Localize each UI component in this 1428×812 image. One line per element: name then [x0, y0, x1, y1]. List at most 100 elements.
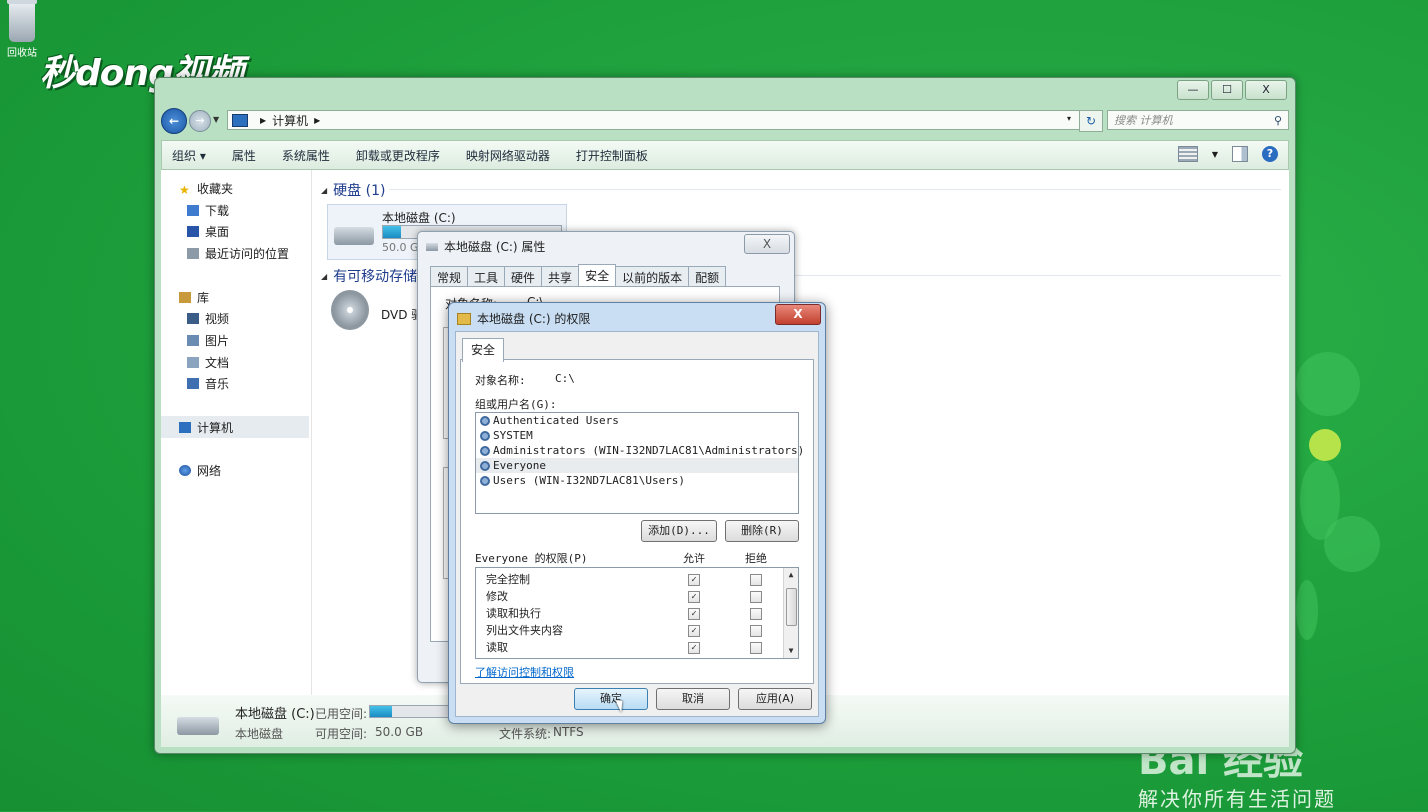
user-list-item[interactable]: Everyone: [476, 458, 798, 473]
system-properties-button[interactable]: 系统属性: [282, 147, 330, 164]
permissions-title-text: 本地磁盘 (C:) 的权限: [477, 312, 591, 326]
tab-security[interactable]: 安全: [462, 338, 505, 362]
properties-close-button[interactable]: X: [744, 234, 790, 254]
folder-icon: [457, 312, 471, 325]
permission-name: 读取和执行: [486, 607, 541, 620]
user-name: Users (WIN-I32ND7LAC81\Users): [493, 474, 686, 487]
nav-favorites[interactable]: ★ 收藏夹: [179, 180, 233, 197]
user-group-icon: [480, 460, 490, 471]
recent-places-icon: [187, 248, 199, 259]
permission-list-scrollbar[interactable]: ▲ ▼: [783, 568, 798, 658]
network-icon: [179, 465, 191, 476]
nav-music-label: 音乐: [205, 377, 230, 391]
user-list-item[interactable]: Users (WIN-I32ND7LAC81\Users): [476, 473, 798, 488]
add-user-button[interactable]: 添加(D)...: [641, 520, 717, 542]
details-name: 本地磁盘 (C:): [235, 707, 315, 722]
properties-dialog-title: 本地磁盘 (C:) 属性: [426, 238, 545, 255]
search-input[interactable]: 搜索 计算机 ⚲: [1107, 110, 1289, 130]
address-dropdown-icon[interactable]: ▾: [1067, 114, 1071, 123]
ok-button[interactable]: 确定: [574, 688, 648, 710]
command-bar: 组织 ▾ 属性 系统属性 卸载或更改程序 映射网络驱动器 打开控制面板 ▼ ?: [161, 140, 1289, 170]
nav-downloads[interactable]: 下载: [187, 202, 229, 219]
apply-button[interactable]: 应用(A): [738, 688, 812, 710]
user-name: Authenticated Users: [493, 414, 619, 427]
learn-access-control-link[interactable]: 了解访问控制和权限: [475, 664, 574, 680]
preview-pane-icon[interactable]: [1232, 146, 1248, 162]
group-hard-disks[interactable]: ◢ 硬盘 (1): [321, 180, 385, 200]
details-used-label: 已用空间:: [315, 707, 368, 721]
library-icon: [179, 292, 191, 303]
nav-music[interactable]: 音乐: [187, 375, 229, 392]
user-list-item[interactable]: SYSTEM: [476, 428, 798, 443]
address-bar[interactable]: ▶ 计算机 ▶: [227, 110, 1097, 130]
collapse-icon[interactable]: ◢: [321, 272, 327, 281]
close-button[interactable]: X: [1245, 80, 1287, 100]
breadcrumb-computer[interactable]: 计算机: [272, 112, 308, 129]
nav-favorites-label: 收藏夹: [197, 182, 234, 196]
view-options-icon[interactable]: [1177, 146, 1198, 162]
allow-checkbox[interactable]: ✓: [688, 625, 700, 637]
history-dropdown-icon[interactable]: ▼: [213, 115, 219, 124]
properties-button[interactable]: 属性: [232, 147, 256, 164]
scroll-thumb[interactable]: [786, 588, 797, 626]
breadcrumb-separator-icon[interactable]: ▶: [260, 116, 266, 125]
search-placeholder: 搜索 计算机: [1114, 114, 1173, 127]
user-list-item[interactable]: Administrators (WIN-I32ND7LAC81\Administ…: [476, 443, 804, 458]
documents-icon: [187, 357, 199, 368]
help-icon[interactable]: ?: [1262, 146, 1278, 162]
minimize-button[interactable]: —: [1177, 80, 1209, 100]
properties-title-text: 本地磁盘 (C:) 属性: [444, 240, 546, 254]
properties-tab[interactable]: 安全: [578, 264, 617, 288]
scroll-up-icon[interactable]: ▲: [784, 568, 798, 582]
nav-desktop[interactable]: 桌面: [187, 223, 229, 240]
view-dropdown-icon[interactable]: ▼: [1212, 150, 1218, 159]
breadcrumb-separator-icon[interactable]: ▶: [314, 116, 320, 125]
nav-computer[interactable]: 计算机: [161, 416, 309, 438]
group-removable[interactable]: ◢ 有可移动存储: [321, 266, 417, 286]
user-group-icon: [480, 475, 490, 486]
map-drive-button[interactable]: 映射网络驱动器: [466, 147, 550, 164]
nav-videos[interactable]: 视频: [187, 310, 229, 327]
organize-menu[interactable]: 组织 ▾: [172, 147, 206, 164]
nav-recent-label: 最近访问的位置: [205, 247, 290, 261]
permissions-dialog: 本地磁盘 (C:) 的权限 X 安全 对象名称: C:\ 组或用户名(G): A…: [448, 302, 826, 724]
search-icon[interactable]: ⚲: [1274, 114, 1282, 127]
permissions-close-button[interactable]: X: [775, 304, 821, 325]
refresh-icon[interactable]: ↻: [1079, 110, 1103, 132]
permission-name: 修改: [486, 590, 508, 603]
allow-checkbox[interactable]: ✓: [688, 642, 700, 654]
allow-checkbox[interactable]: ✓: [688, 608, 700, 620]
user-name: Administrators (WIN-I32ND7LAC81\Administ…: [493, 444, 805, 457]
uninstall-button[interactable]: 卸载或更改程序: [356, 147, 440, 164]
nav-documents[interactable]: 文档: [187, 354, 229, 371]
scroll-down-icon[interactable]: ▼: [784, 644, 798, 658]
group-divider: [389, 189, 1281, 190]
control-panel-button[interactable]: 打开控制面板: [576, 147, 648, 164]
user-list[interactable]: Authenticated Users SYSTEM Administrators …: [475, 412, 804, 514]
remove-user-button[interactable]: 删除(R): [725, 520, 799, 542]
cancel-button[interactable]: 取消: [656, 688, 730, 710]
nav-libraries-label: 库: [197, 291, 210, 305]
nav-pictures[interactable]: 图片: [187, 332, 229, 349]
user-group-icon: [480, 445, 490, 456]
deny-checkbox[interactable]: [750, 642, 762, 654]
collapse-icon[interactable]: ◢: [321, 186, 327, 195]
nav-computer-label: 计算机: [197, 420, 234, 435]
back-button[interactable]: ←: [161, 108, 187, 134]
dvd-drive-icon[interactable]: [331, 290, 369, 330]
user-group-icon: [480, 430, 490, 441]
nav-recent[interactable]: 最近访问的位置: [187, 245, 289, 262]
forward-button[interactable]: →: [189, 110, 211, 132]
deny-checkbox[interactable]: [750, 574, 762, 586]
allow-checkbox[interactable]: ✓: [688, 591, 700, 603]
maximize-button[interactable]: ☐: [1211, 80, 1243, 100]
recycle-bin-desktop-icon[interactable]: 回收站: [2, 0, 42, 59]
deny-checkbox[interactable]: [750, 608, 762, 620]
deny-checkbox[interactable]: [750, 591, 762, 603]
user-list-item[interactable]: Authenticated Users: [476, 413, 798, 428]
deny-checkbox[interactable]: [750, 625, 762, 637]
nav-libraries[interactable]: 库: [179, 289, 209, 306]
allow-checkbox[interactable]: ✓: [688, 574, 700, 586]
nav-downloads-label: 下载: [205, 204, 230, 218]
nav-network[interactable]: 网络: [179, 462, 221, 479]
